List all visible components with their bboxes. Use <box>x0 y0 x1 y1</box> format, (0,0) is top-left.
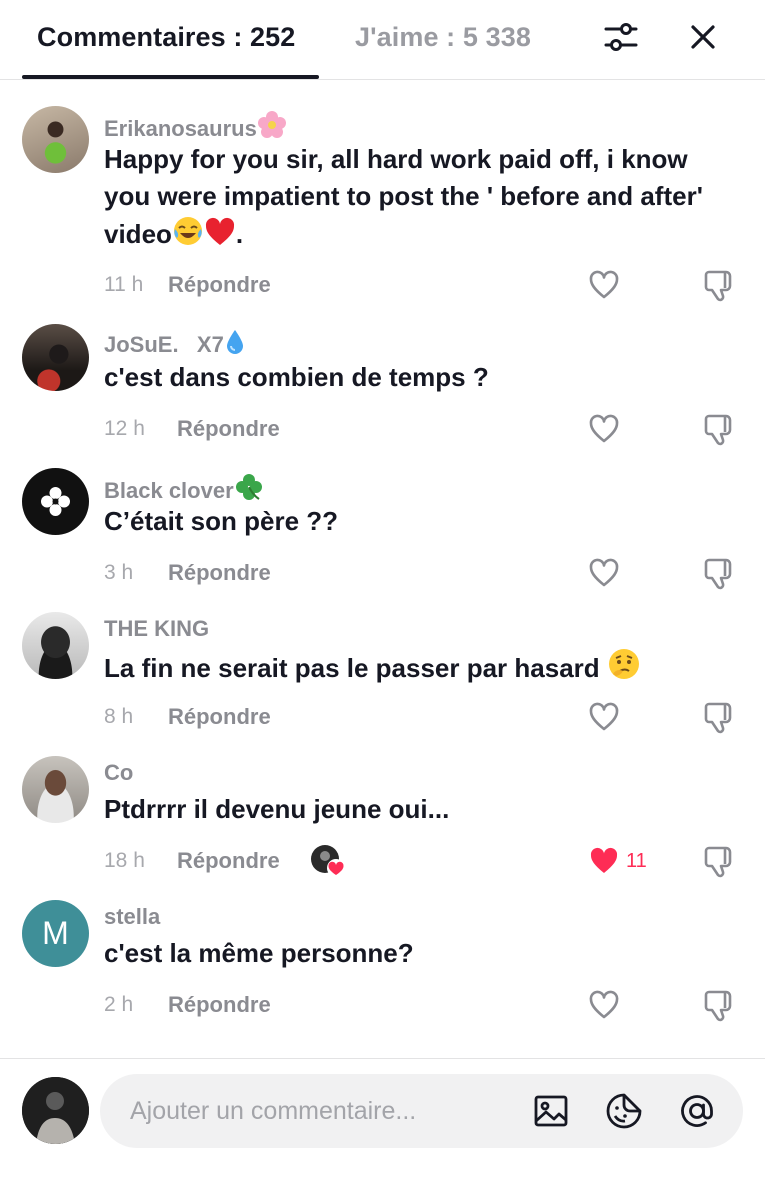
heart-outline-icon <box>589 270 619 299</box>
like-button[interactable]: 11 <box>588 841 660 881</box>
heart-outline-icon <box>589 702 619 731</box>
comment-input[interactable] <box>130 1090 510 1132</box>
comment-username[interactable]: stella <box>104 904 160 930</box>
like-button[interactable] <box>588 265 632 305</box>
heart-outline-icon <box>589 414 619 443</box>
comment-text: c'est dans combien de temps ? <box>104 362 489 392</box>
comment-username[interactable]: Co <box>104 760 133 786</box>
comments-list[interactable]: Erikanosaurus Happy for you sir, all har… <box>0 80 765 1058</box>
reply-button[interactable]: Répondre <box>168 704 271 730</box>
filter-icon[interactable] <box>601 17 641 57</box>
username-text[interactable]: JoSuE. X7 <box>104 332 224 357</box>
comment-time: 8 h <box>104 705 134 728</box>
dislike-button[interactable] <box>698 697 742 737</box>
username-text[interactable]: Black clover <box>104 478 234 503</box>
comment-meta: 18 h Répondre <box>104 844 346 878</box>
comment-time: 12 h <box>104 417 145 440</box>
reply-button[interactable]: Répondre <box>177 848 280 874</box>
dislike-button[interactable] <box>698 265 742 305</box>
avatar[interactable] <box>22 324 89 391</box>
dislike-button[interactable] <box>698 985 742 1025</box>
avatar[interactable] <box>22 468 89 535</box>
flower-emoji-icon <box>257 111 286 138</box>
comment-meta: 11 h Répondre <box>104 270 271 300</box>
reply-button[interactable]: Répondre <box>168 272 271 298</box>
thinking-face-emoji-icon <box>608 649 639 679</box>
avatar[interactable] <box>22 756 89 823</box>
comment-text-suffix: . <box>235 219 244 249</box>
mention-icon[interactable] <box>676 1090 718 1132</box>
like-count: 11 <box>626 849 647 872</box>
thumbs-down-icon <box>704 990 732 1022</box>
clover-logo-icon <box>41 487 70 516</box>
dislike-button[interactable] <box>698 841 742 881</box>
dislike-button[interactable] <box>698 553 742 593</box>
like-button[interactable] <box>588 553 632 593</box>
tab-comments[interactable]: Commentaires : 252 <box>37 22 295 53</box>
comment-time: 3 h <box>104 561 134 584</box>
comment-text-body: La fin ne serait pas le passer par hasar… <box>104 653 600 683</box>
avatar[interactable]: M <box>22 900 89 967</box>
tab-likes[interactable]: J'aime : 5 338 <box>355 22 531 53</box>
comment-text: Happy for you sir, all hard work paid of… <box>104 141 729 253</box>
comment-username[interactable]: Erikanosaurus <box>104 110 287 142</box>
comment-input-container[interactable] <box>100 1074 743 1148</box>
heart-outline-icon <box>589 990 619 1019</box>
like-button[interactable] <box>588 985 632 1025</box>
reply-button[interactable]: Répondre <box>177 416 280 442</box>
user-photo-icon <box>22 1077 89 1144</box>
emoji-sticker-icon[interactable] <box>603 1090 645 1132</box>
avatar[interactable] <box>22 612 89 679</box>
comment-text: c'est la même personne? <box>104 938 414 968</box>
comment-time: 2 h <box>104 993 134 1016</box>
comment-time: 18 h <box>104 849 145 872</box>
comment-text: C’était son père ?? <box>104 506 339 536</box>
avatar[interactable] <box>22 106 89 173</box>
close-icon[interactable] <box>683 17 723 57</box>
dislike-button[interactable] <box>698 409 742 449</box>
thumbs-down-icon <box>704 414 732 446</box>
comment-meta: 2 h Répondre <box>104 990 271 1020</box>
thumbs-down-icon <box>704 270 732 302</box>
comments-header: Commentaires : 252 J'aime : 5 338 <box>0 0 765 80</box>
avatar-letter: M <box>42 915 69 951</box>
comment-username[interactable]: Black clover <box>104 472 264 504</box>
creator-avatar-heart-icon <box>310 845 345 877</box>
clover-emoji-icon <box>235 474 262 500</box>
red-heart-emoji-icon <box>205 217 234 245</box>
comment-text: Ptdrrrr il devenu jeune oui... <box>104 794 450 824</box>
username-text[interactable]: Erikanosaurus <box>104 116 257 141</box>
comment-meta: 8 h Répondre <box>104 702 271 732</box>
comment-username[interactable]: JoSuE. X7 <box>104 328 246 358</box>
thumbs-down-icon <box>704 702 732 734</box>
droplet-emoji-icon <box>226 330 243 354</box>
reply-button[interactable]: Répondre <box>168 560 271 586</box>
thumbs-down-icon <box>704 846 732 878</box>
thumbs-down-icon <box>704 558 732 590</box>
heart-filled-icon <box>590 847 618 873</box>
reply-button[interactable]: Répondre <box>168 992 271 1018</box>
heart-outline-icon <box>589 558 619 587</box>
like-button[interactable] <box>588 697 632 737</box>
like-button[interactable] <box>588 409 632 449</box>
tears-of-joy-emoji-icon <box>173 217 202 245</box>
comment-username[interactable]: THE KING <box>104 616 209 642</box>
creator-liked-badge <box>310 844 346 878</box>
comment-text: La fin ne serait pas le passer par hasar… <box>104 647 729 687</box>
comment-meta: 12 h Répondre <box>104 414 280 444</box>
comment-meta: 3 h Répondre <box>104 558 271 588</box>
comment-composer <box>0 1059 765 1200</box>
image-icon[interactable] <box>530 1090 572 1132</box>
my-avatar[interactable] <box>22 1077 89 1144</box>
comment-time: 11 h <box>104 273 144 296</box>
